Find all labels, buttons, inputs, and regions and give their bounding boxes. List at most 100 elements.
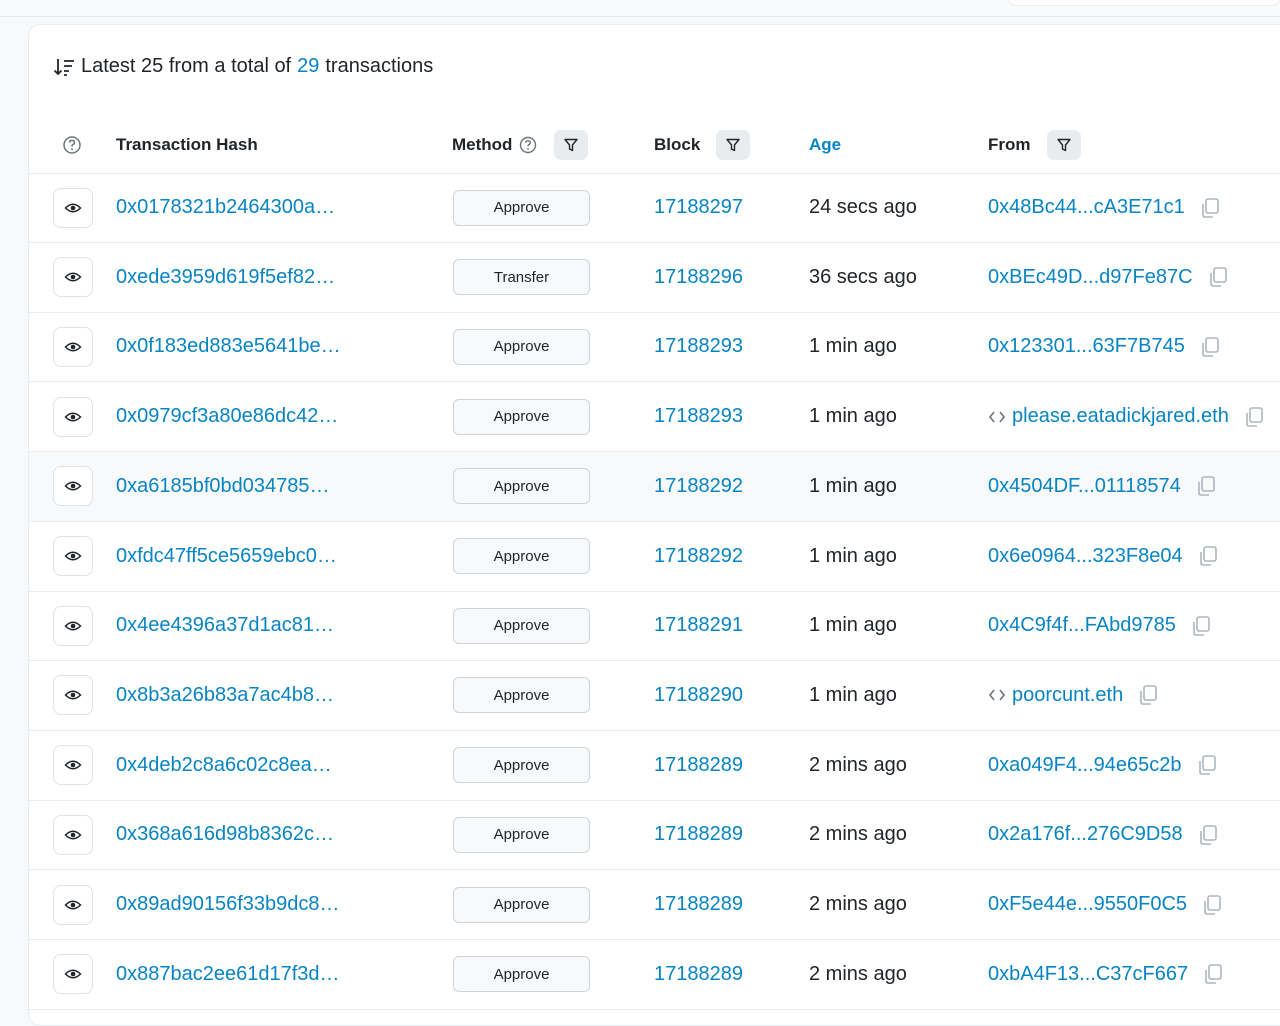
from-cell: 0xbA4F13...C37cF667 [988, 940, 1224, 1009]
sort-descending-icon[interactable] [53, 56, 75, 78]
from-address-link[interactable]: 0x4C9f4f...FAbd9785 [988, 614, 1176, 637]
preview-cell [53, 591, 93, 660]
from-address-link[interactable]: 0xBEc49D...d97Fe87C [988, 266, 1193, 289]
from-address-link[interactable]: 0x4504DF...01118574 [988, 475, 1181, 498]
transaction-hash-link[interactable]: 0x0f183ed883e5641be… [116, 312, 341, 381]
method-badge: Approve [453, 398, 590, 435]
preview-button[interactable] [53, 466, 93, 507]
from-address-link[interactable]: please.eatadickjared.eth [1012, 405, 1229, 428]
copy-icon[interactable] [1199, 336, 1221, 358]
copy-icon[interactable] [1195, 475, 1217, 497]
from-address-link[interactable]: 0x123301...63F7B745 [988, 335, 1185, 358]
block-link[interactable]: 17188296 [654, 243, 743, 312]
transaction-hash-link[interactable]: 0x368a616d98b8362c… [116, 800, 334, 869]
transaction-hash-link[interactable]: 0x0178321b2464300a… [116, 173, 335, 242]
transaction-hash-link[interactable]: 0x887bac2ee61d17f3d… [116, 940, 340, 1009]
transaction-hash-link[interactable]: 0x4deb2c8a6c02c8ea… [116, 731, 332, 800]
method-cell: Approve [453, 591, 590, 660]
header-block: Block [654, 117, 751, 173]
code-contract-icon [988, 411, 1006, 423]
block-link[interactable]: 17188289 [654, 731, 743, 800]
transaction-hash-link[interactable]: 0xfdc47ff5ce5659ebc0… [116, 522, 337, 591]
preview-button[interactable] [53, 605, 93, 646]
from-address-link[interactable]: poorcunt.eth [1012, 684, 1123, 707]
block-link[interactable]: 17188289 [654, 870, 743, 939]
preview-button[interactable] [53, 396, 93, 437]
preview-button[interactable] [53, 884, 93, 925]
method-cell: Approve [453, 731, 590, 800]
transaction-hash-link[interactable]: 0xa6185bf0bd034785… [116, 452, 330, 521]
preview-button[interactable] [53, 814, 93, 855]
from-address-link[interactable]: 0xa049F4...94e65c2b [988, 754, 1182, 777]
transaction-hash-link[interactable]: 0x8b3a26b83a7ac4b8… [116, 661, 334, 730]
block-link[interactable]: 17188291 [654, 591, 743, 660]
preview-button[interactable] [53, 187, 93, 228]
copy-icon[interactable] [1190, 615, 1212, 637]
summary-prefix: Latest 25 from a total of [81, 55, 292, 77]
header-hash-label: Transaction Hash [116, 135, 258, 154]
copy-icon[interactable] [1137, 684, 1159, 706]
header-from-label: From [988, 135, 1031, 154]
copy-icon[interactable] [1202, 963, 1224, 985]
summary-total[interactable]: 29 [297, 55, 319, 78]
table-row: 0x8b3a26b83a7ac4b8… Approve 17188290 1 min … [29, 661, 1280, 731]
block-filter-button[interactable] [716, 130, 751, 160]
copy-icon[interactable] [1207, 266, 1229, 288]
method-cell: Approve [453, 312, 590, 381]
preview-button[interactable] [53, 745, 93, 786]
eye-icon [64, 551, 82, 561]
question-circle-icon[interactable] [62, 135, 82, 155]
preview-button[interactable] [53, 675, 93, 716]
eye-icon [64, 412, 82, 422]
block-link[interactable]: 17188293 [654, 382, 743, 451]
preview-button[interactable] [53, 954, 93, 995]
from-cell: 0xBEc49D...d97Fe87C [988, 243, 1229, 312]
copy-icon[interactable] [1243, 406, 1265, 428]
question-circle-icon[interactable] [518, 135, 538, 155]
table-row: 0xfdc47ff5ce5659ebc0… Approve 17188292 1 mi… [29, 522, 1280, 592]
from-filter-button[interactable] [1046, 130, 1081, 160]
from-address-link[interactable]: 0x48Bc44...cA3E71c1 [988, 196, 1185, 219]
block-link[interactable]: 17188293 [654, 312, 743, 381]
eye-icon [64, 621, 82, 631]
block-link[interactable]: 17188289 [654, 940, 743, 1009]
search-bar-edge[interactable] [1008, 0, 1280, 6]
table-row: 0xede3959d619f5ef82… Transfer 17188296 36 s… [29, 243, 1280, 313]
preview-cell [53, 940, 93, 1009]
preview-button[interactable] [53, 326, 93, 367]
from-address-link[interactable]: 0xbA4F13...C37cF667 [988, 963, 1188, 986]
preview-button[interactable] [53, 257, 93, 298]
age-text: 1 min ago [809, 683, 897, 706]
transaction-hash-link[interactable]: 0x89ad90156f33b9dc8… [116, 870, 340, 939]
preview-cell [53, 661, 93, 730]
transaction-hash-link[interactable]: 0x4ee4396a37d1ac81… [116, 591, 334, 660]
age-text: 1 min ago [809, 474, 897, 497]
copy-icon[interactable] [1197, 824, 1219, 846]
block-link[interactable]: 17188290 [654, 661, 743, 730]
copy-icon[interactable] [1201, 894, 1223, 916]
method-cell: Approve [453, 173, 590, 242]
transaction-hash-link[interactable]: 0x0979cf3a80e86dc42… [116, 382, 338, 451]
transaction-hash-link[interactable]: 0xede3959d619f5ef82… [116, 243, 335, 312]
header-method: Method [452, 117, 589, 173]
method-cell: Transfer [453, 243, 590, 312]
from-address-link[interactable]: 0x6e0964...323F8e04 [988, 545, 1183, 568]
block-link[interactable]: 17188289 [654, 800, 743, 869]
block-link[interactable]: 17188292 [654, 452, 743, 521]
from-address-link[interactable]: 0xF5e44e...9550F0C5 [988, 893, 1187, 916]
block-link[interactable]: 17188297 [654, 173, 743, 242]
header-help[interactable] [62, 117, 82, 173]
from-address-link[interactable]: 0x2a176f...276C9D58 [988, 823, 1183, 846]
method-filter-button[interactable] [554, 130, 589, 160]
method-badge: Approve [453, 747, 590, 784]
block-link[interactable]: 17188292 [654, 522, 743, 591]
preview-button[interactable] [53, 536, 93, 576]
header-age-label[interactable]: Age [809, 135, 841, 155]
header-age[interactable]: Age [809, 117, 841, 173]
copy-icon[interactable] [1199, 197, 1221, 219]
copy-icon[interactable] [1196, 754, 1218, 776]
method-cell: Approve [453, 452, 590, 521]
copy-icon[interactable] [1197, 545, 1219, 567]
header-method-label: Method [452, 135, 513, 154]
header-transaction-hash: Transaction Hash [116, 117, 258, 173]
